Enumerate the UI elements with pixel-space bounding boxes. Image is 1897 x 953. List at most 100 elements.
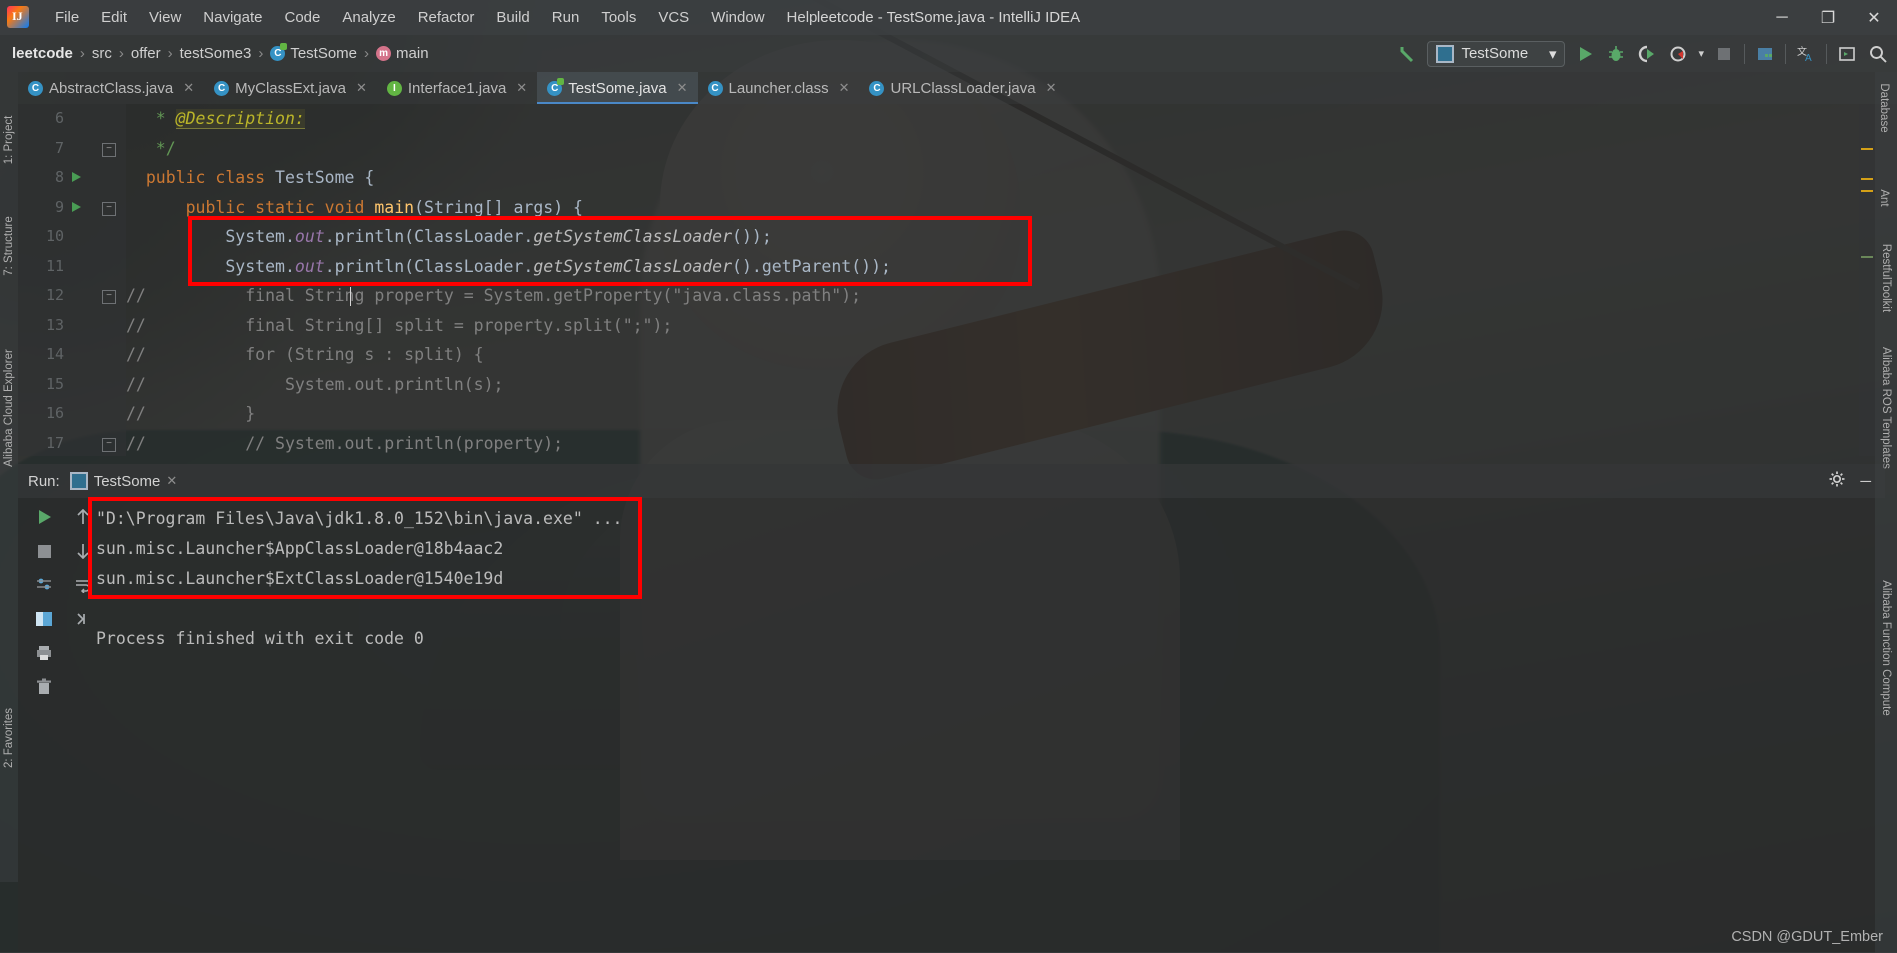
menu-item-run[interactable]: Run: [541, 5, 591, 30]
search-icon[interactable]: [1867, 43, 1889, 65]
code-line[interactable]: 7 − */: [18, 134, 1875, 164]
trash-icon[interactable]: [27, 672, 61, 702]
breadcrumb-item-testsome[interactable]: C TestSome: [264, 43, 363, 64]
editor-tab-launcher[interactable]: C Launcher.class ✕: [698, 72, 860, 104]
code-line[interactable]: 17 −// // System.out.println(property);: [18, 429, 1875, 457]
translate-icon[interactable]: 文A: [1795, 43, 1817, 65]
close-icon[interactable]: ✕: [1046, 80, 1057, 96]
debug-icon[interactable]: [1605, 43, 1627, 65]
run-gutter-icon[interactable]: [72, 172, 81, 182]
code-line[interactable]: 16 // }: [18, 399, 1875, 429]
close-icon: ✕: [1867, 9, 1881, 27]
code-line[interactable]: 14 // for (String s : split) {: [18, 340, 1875, 370]
line-number: 8: [54, 168, 64, 186]
code-line[interactable]: 13 // final String[] split = property.spl…: [18, 311, 1875, 341]
stop-icon[interactable]: [1713, 43, 1735, 65]
menu-item-view[interactable]: View: [138, 5, 192, 30]
minimize-button[interactable]: ─: [1759, 0, 1805, 35]
close-icon[interactable]: ✕: [166, 473, 177, 489]
code-token: @Description:: [175, 109, 305, 129]
breadcrumb-label: src: [91, 45, 112, 62]
filter-icon[interactable]: [27, 570, 61, 600]
code-line[interactable]: 15 // System.out.println(s);: [18, 370, 1875, 400]
title-bar: IJ File Edit View Navigate Code Analyze …: [0, 0, 1897, 35]
run-tab-testsome[interactable]: TestSome ✕: [69, 472, 177, 490]
minimize-tool-window-icon[interactable]: ─: [1860, 473, 1871, 490]
editor-tab-urlclassloader[interactable]: C URLClassLoader.java ✕: [859, 72, 1066, 104]
code-line[interactable]: 6 * @Description:: [18, 104, 1875, 134]
run-icon[interactable]: [1574, 43, 1596, 65]
menu-item-file[interactable]: File: [44, 5, 90, 30]
close-button[interactable]: ✕: [1851, 0, 1897, 35]
java-class-icon: C: [707, 80, 723, 96]
menu-item-refactor[interactable]: Refactor: [407, 5, 486, 30]
close-icon[interactable]: ✕: [677, 80, 688, 96]
gear-icon[interactable]: [1828, 470, 1846, 492]
run-label: Run:: [28, 472, 60, 490]
menu-label: View: [149, 9, 182, 26]
print-icon[interactable]: [27, 638, 61, 668]
breadcrumb-item-leetcode[interactable]: leetcode: [6, 43, 79, 64]
breadcrumb-item-src[interactable]: src: [86, 43, 118, 64]
menu-item-window[interactable]: Window: [700, 5, 775, 30]
run-configuration-selector[interactable]: TestSome ▾: [1427, 40, 1566, 67]
menu-item-code[interactable]: Code: [273, 5, 331, 30]
breadcrumb-item-offer[interactable]: offer: [125, 43, 167, 64]
sidebar-item-alibaba-function-compute[interactable]: Alibaba Function Compute: [1880, 553, 1892, 743]
line-number: 13: [45, 315, 64, 334]
editor-tab-interface1[interactable]: I Interface1.java ✕: [377, 72, 537, 104]
menu-item-analyze[interactable]: Analyze: [331, 5, 406, 30]
run-with-coverage-icon[interactable]: [1636, 43, 1658, 65]
project-structure-icon[interactable]: [1754, 43, 1776, 65]
sidebar-item-project[interactable]: 1: Project: [3, 105, 15, 175]
strip-label: 1: Project: [3, 115, 15, 165]
toolbar-divider: [1785, 43, 1786, 64]
sidebar-item-alibaba-cloud-explorer[interactable]: Alibaba Cloud Explorer: [3, 338, 15, 478]
editor-tab-abstractclass[interactable]: C AbstractClass.java ✕: [18, 72, 204, 104]
fold-collapse-icon[interactable]: −: [102, 437, 116, 452]
back-arrow-icon[interactable]: [1396, 43, 1418, 65]
strip-label: Alibaba Function Compute: [1880, 580, 1892, 716]
fold-collapse-icon[interactable]: −: [102, 142, 116, 157]
java-class-icon: C: [214, 80, 230, 96]
profiler-chevron-down-icon[interactable]: ▾: [1698, 47, 1704, 60]
profiler-icon[interactable]: [1667, 43, 1689, 65]
tab-label: Launcher.class: [728, 79, 829, 97]
menu-item-build[interactable]: Build: [485, 5, 540, 30]
breadcrumb-item-main[interactable]: m main: [370, 43, 435, 64]
menu-item-help[interactable]: Help: [776, 5, 829, 30]
layout-icon[interactable]: [27, 604, 61, 634]
editor-tab-testsome[interactable]: C TestSome.java ✕: [537, 72, 698, 104]
editor-error-stripe[interactable]: [1859, 104, 1875, 456]
sidebar-item-restfultoolkit[interactable]: RestfulToolkit: [1880, 223, 1892, 333]
menu-item-edit[interactable]: Edit: [90, 5, 138, 30]
run-gutter-icon[interactable]: [72, 201, 81, 212]
breadcrumb-separator: ›: [167, 45, 173, 62]
chevron-down-icon: ▾: [1548, 45, 1557, 63]
code-line[interactable]: 8 public class TestSome {: [18, 163, 1875, 193]
code-token: public class: [126, 168, 276, 187]
editor-tab-myclassext[interactable]: C MyClassExt.java ✕: [204, 72, 377, 104]
scroll-to-end-icon[interactable]: [70, 604, 96, 634]
rerun-icon[interactable]: [27, 502, 61, 532]
right-tool-window-strip: Database Ant RestfulToolkit Alibaba ROS …: [1875, 72, 1897, 953]
menu-item-tools[interactable]: Tools: [590, 5, 647, 30]
fold-collapse-icon[interactable]: −: [102, 290, 116, 304]
breadcrumb-label: testSome3: [179, 45, 252, 62]
terminal-icon[interactable]: [1836, 43, 1858, 65]
stop-icon[interactable]: [27, 536, 61, 566]
close-icon[interactable]: ✕: [839, 80, 850, 96]
sidebar-item-favorites[interactable]: 2: Favorites: [3, 683, 15, 793]
menu-item-navigate[interactable]: Navigate: [192, 5, 273, 30]
maximize-button[interactable]: ❐: [1805, 0, 1851, 35]
close-icon[interactable]: ✕: [183, 80, 194, 96]
fold-collapse-icon[interactable]: −: [102, 201, 116, 216]
close-icon[interactable]: ✕: [356, 80, 367, 96]
sidebar-item-database[interactable]: Database: [1878, 65, 1890, 151]
close-icon[interactable]: ✕: [516, 80, 527, 96]
breadcrumb-item-testsome3[interactable]: testSome3: [174, 43, 258, 64]
breadcrumb-separator: ›: [258, 45, 264, 62]
sidebar-item-structure[interactable]: 7: Structure: [3, 211, 15, 281]
run-config-icon: [69, 472, 88, 490]
menu-item-vcs[interactable]: VCS: [647, 5, 700, 30]
